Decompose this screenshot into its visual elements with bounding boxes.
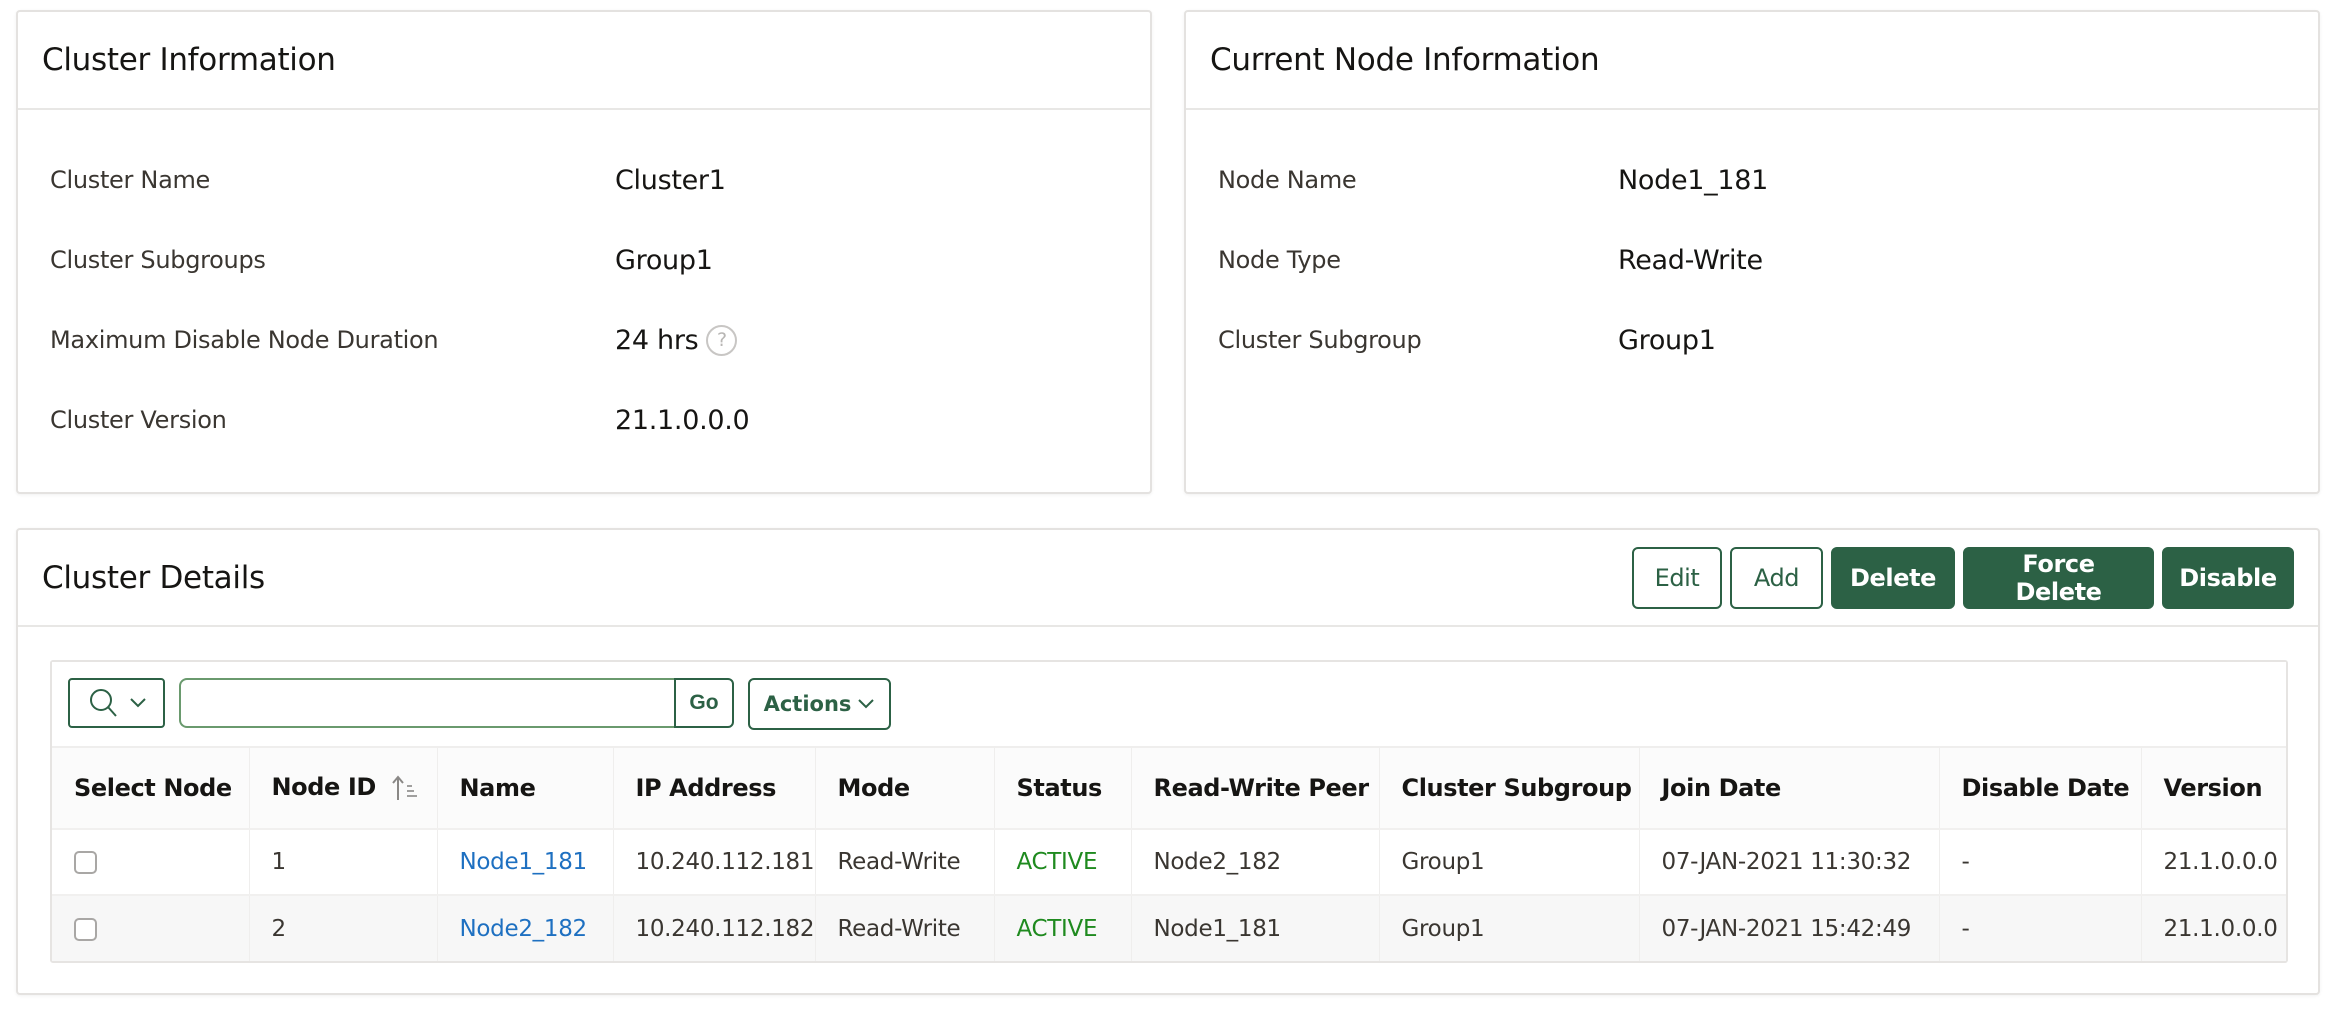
max-disable-duration-value-wrap: 24 hrs ?: [615, 324, 738, 356]
current-node-information-panel: Current Node Information Node Name Node1…: [1184, 10, 2320, 494]
cluster-name-label: Cluster Name: [50, 166, 211, 194]
node-id-cell: 1: [249, 828, 438, 895]
node-cluster-subgroup-row: Cluster Subgroup Group1: [1218, 320, 2298, 360]
chevron-down-icon: [858, 699, 875, 709]
cluster-version-label: Cluster Version: [50, 406, 227, 434]
ip-address-cell: 10.240.112.181: [613, 828, 816, 895]
cluster-name-value: Cluster1: [615, 164, 726, 196]
status-cell: ACTIVE: [994, 828, 1132, 895]
cluster-information-panel: Cluster Information Cluster Name Cluster…: [16, 10, 1152, 494]
node-name-row: Node Name Node1_181: [1218, 160, 2298, 200]
search-input[interactable]: [179, 678, 674, 728]
search-column-menu-button[interactable]: [68, 678, 165, 728]
node-id-cell: 2: [249, 894, 438, 961]
delete-button[interactable]: Delete: [1831, 546, 1955, 609]
column-header-node-id[interactable]: Node ID: [249, 746, 438, 829]
column-header-join-date[interactable]: Join Date: [1639, 746, 1940, 829]
mode-cell: Read-Write: [815, 894, 995, 961]
cluster-information-header: Cluster Information: [18, 12, 1150, 110]
column-header-ip-address[interactable]: IP Address: [613, 746, 816, 829]
version-cell: 21.1.0.0.0: [2141, 828, 2286, 895]
select-node-cell: [52, 894, 250, 961]
add-button[interactable]: Add: [1730, 546, 1823, 609]
table-header-row: Select Node Node ID Name IP Address Mode…: [52, 746, 2286, 829]
cluster-information-title: Cluster Information: [42, 42, 336, 78]
cluster-subgroups-label: Cluster Subgroups: [50, 246, 266, 274]
cluster-subgroups-row: Cluster Subgroups Group1: [50, 240, 1130, 280]
cluster-name-row: Cluster Name Cluster1: [50, 160, 1130, 200]
column-header-name[interactable]: Name: [437, 746, 614, 829]
question-circle-icon[interactable]: ?: [706, 324, 738, 356]
node-name-value: Node1_181: [1618, 164, 1768, 196]
node-type-row: Node Type Read-Write: [1218, 240, 2298, 280]
table-row: 2 Node2_182 10.240.112.182 Read-Write AC…: [52, 894, 2286, 961]
cluster-actions-button-group: Edit Add Delete Force Delete Disable: [1632, 546, 2318, 609]
node-name-label: Node Name: [1218, 166, 1357, 194]
nodes-table: Select Node Node ID Name IP Address Mode…: [52, 746, 2286, 961]
current-node-information-header: Current Node Information: [1186, 12, 2318, 110]
node-type-label: Node Type: [1218, 246, 1341, 274]
status-cell: ACTIVE: [994, 894, 1132, 961]
cluster-details-header: Cluster Details Edit Add Delete Force De…: [18, 530, 2318, 627]
nodes-report: Go Actions Select Node Node ID Name IP A…: [50, 660, 2288, 963]
search-icon: [89, 689, 117, 717]
read-write-peer-cell: Node2_182: [1131, 828, 1380, 895]
cluster-subgroups-value: Group1: [615, 244, 713, 276]
version-cell: 21.1.0.0.0: [2141, 894, 2286, 961]
force-delete-button[interactable]: Force Delete: [1963, 546, 2154, 609]
max-disable-duration-row: Maximum Disable Node Duration 24 hrs ?: [50, 320, 1130, 360]
disable-date-cell: -: [1939, 894, 2142, 961]
node-name-link[interactable]: Node1_181: [437, 828, 614, 895]
cluster-subgroup-cell: Group1: [1379, 828, 1640, 895]
cluster-details-title: Cluster Details: [42, 559, 265, 596]
node-type-value: Read-Write: [1618, 244, 1763, 276]
report-toolbar: Go Actions: [52, 662, 2286, 746]
cluster-details-panel: Cluster Details Edit Add Delete Force De…: [16, 528, 2320, 995]
edit-button[interactable]: Edit: [1632, 546, 1722, 609]
node-cluster-subgroup-label: Cluster Subgroup: [1218, 326, 1422, 354]
disable-button[interactable]: Disable: [2162, 546, 2294, 609]
ip-address-cell: 10.240.112.182: [613, 894, 816, 961]
node-cluster-subgroup-value: Group1: [1618, 324, 1716, 356]
read-write-peer-cell: Node1_181: [1131, 894, 1380, 961]
actions-label: Actions: [763, 692, 852, 716]
column-header-node-id-label: Node ID: [271, 773, 377, 801]
actions-menu-button[interactable]: Actions: [748, 678, 891, 730]
cluster-subgroup-cell: Group1: [1379, 894, 1640, 961]
cluster-version-value: 21.1.0.0.0: [615, 404, 750, 436]
column-header-mode[interactable]: Mode: [815, 746, 995, 829]
column-header-cluster-subgroup[interactable]: Cluster Subgroup: [1379, 746, 1640, 829]
mode-cell: Read-Write: [815, 828, 995, 895]
max-disable-duration-label: Maximum Disable Node Duration: [50, 326, 439, 354]
go-button[interactable]: Go: [674, 678, 734, 728]
max-disable-duration-value: 24 hrs: [615, 324, 699, 356]
column-header-version[interactable]: Version: [2141, 746, 2286, 829]
select-node-checkbox[interactable]: [74, 917, 97, 941]
current-node-information-title: Current Node Information: [1210, 42, 1600, 78]
sort-ascending-icon[interactable]: [390, 773, 420, 803]
select-node-checkbox[interactable]: [74, 851, 97, 874]
column-header-read-write-peer[interactable]: Read-Write Peer: [1131, 746, 1380, 829]
column-header-status[interactable]: Status: [994, 746, 1132, 829]
join-date-cell: 07-JAN-2021 15:42:49: [1639, 894, 1940, 961]
column-header-disable-date[interactable]: Disable Date: [1939, 746, 2142, 829]
column-header-select-node[interactable]: Select Node: [52, 746, 250, 829]
chevron-down-icon: [129, 698, 146, 708]
node-name-link[interactable]: Node2_182: [437, 894, 614, 961]
select-node-cell: [52, 828, 250, 895]
disable-date-cell: -: [1939, 828, 2142, 895]
join-date-cell: 07-JAN-2021 11:30:32: [1639, 828, 1940, 895]
cluster-version-row: Cluster Version 21.1.0.0.0: [50, 400, 1130, 440]
table-row: 1 Node1_181 10.240.112.181 Read-Write AC…: [52, 828, 2286, 895]
